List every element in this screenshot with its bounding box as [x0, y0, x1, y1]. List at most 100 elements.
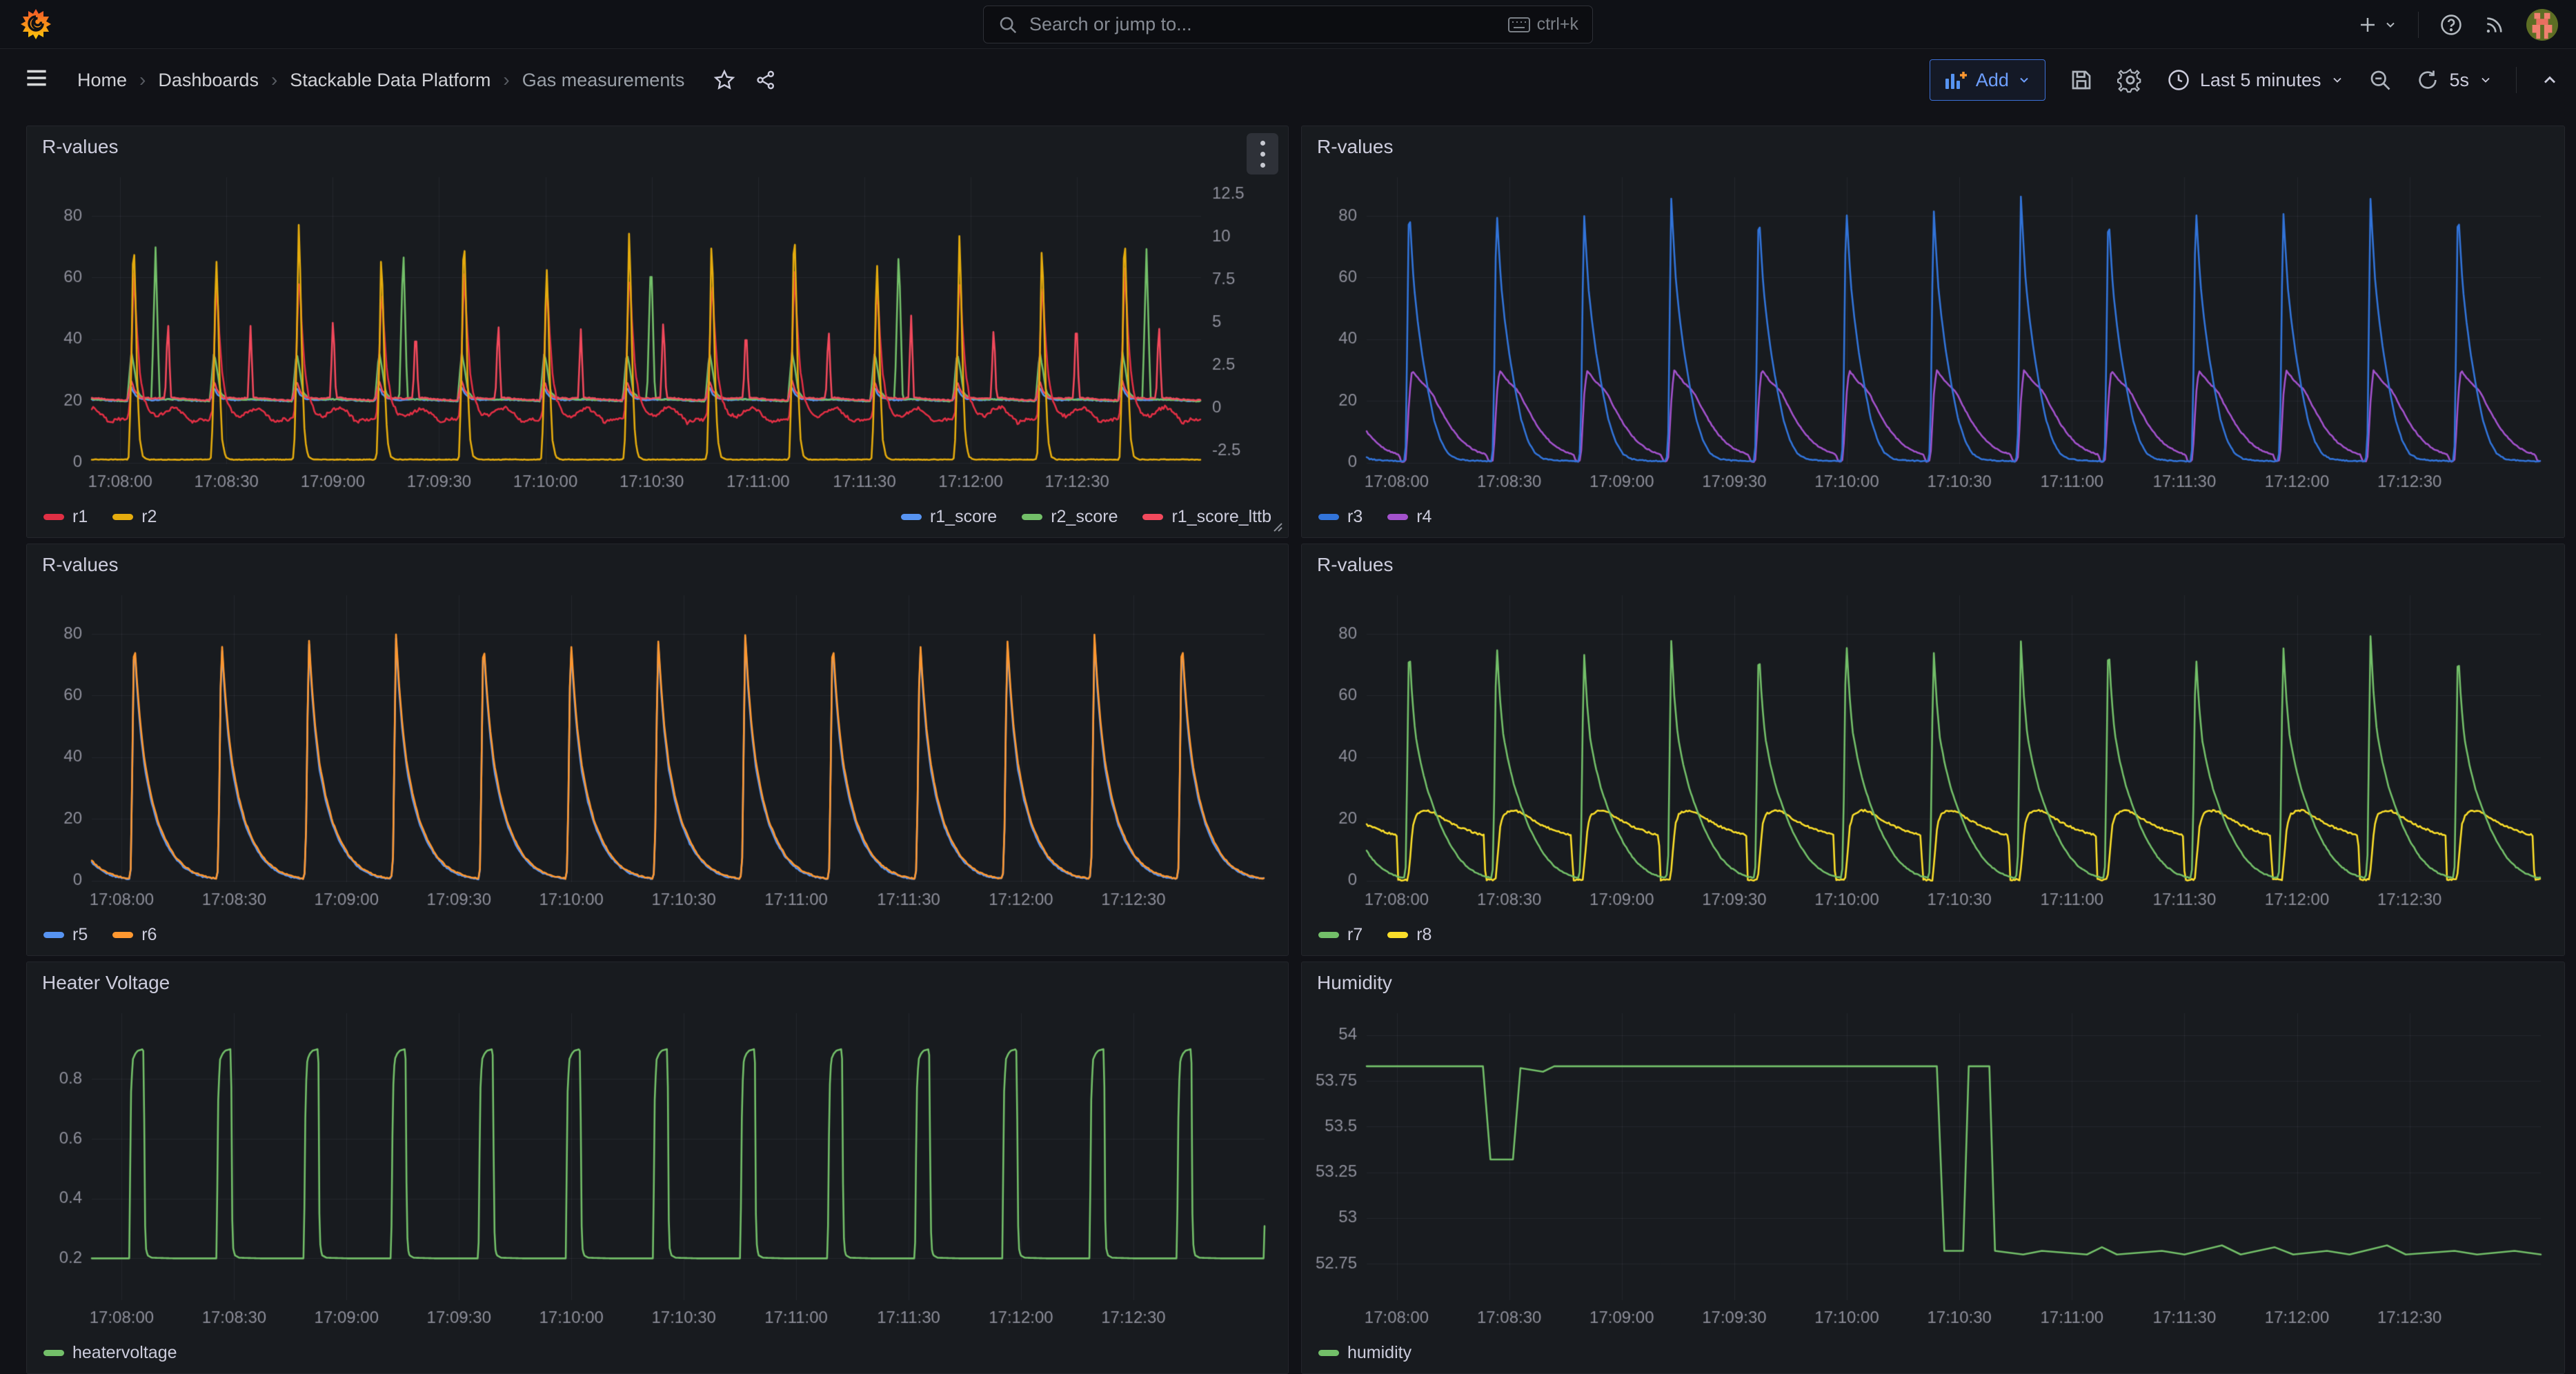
zoom-out-icon[interactable] [2368, 68, 2392, 92]
panel-heater-voltage: Heater Voltage heatervoltage [26, 962, 1289, 1374]
legend-label: heatervoltage [72, 1343, 177, 1363]
panel-title[interactable]: Humidity [1317, 972, 1392, 994]
share-icon[interactable] [755, 69, 777, 91]
breadcrumb-folder[interactable]: Stackable Data Platform [290, 70, 491, 91]
legend-item-r3[interactable]: r3 [1318, 507, 1363, 527]
star-icon[interactable] [713, 69, 735, 91]
legend-item-r2[interactable]: r2 [112, 507, 157, 527]
breadcrumb-home[interactable]: Home [77, 70, 127, 91]
legend-color-pill [1387, 514, 1408, 520]
new-menu-button[interactable] [2357, 14, 2397, 35]
legend-item-humidity[interactable]: humidity [1318, 1343, 1411, 1363]
global-search[interactable]: ctrl+k [983, 6, 1593, 43]
panel-legend: heatervoltage [43, 1337, 1271, 1368]
legend-label: r2 [141, 507, 157, 527]
panel-r-values-2: R-values r3 r4 [1301, 126, 2565, 538]
breadcrumb: Home › Dashboards › Stackable Data Platf… [77, 50, 777, 110]
legend-color-pill [1142, 514, 1163, 520]
legend-item-r1_score[interactable]: r1_score [901, 507, 997, 527]
search-icon [998, 14, 1018, 35]
legend-color-pill [1318, 514, 1339, 520]
help-icon[interactable] [2439, 13, 2463, 37]
breadcrumb-separator: › [271, 69, 277, 91]
resize-handle[interactable] [1271, 521, 1282, 532]
legend-item-r1[interactable]: r1 [43, 507, 88, 527]
panel-humidity: Humidity humidity [1301, 962, 2565, 1374]
divider [2418, 12, 2419, 38]
menu-icon[interactable] [25, 68, 48, 88]
collapse-chevron-up-icon[interactable] [2540, 70, 2559, 90]
panel-legend: r7 r8 [1318, 919, 2548, 950]
settings-gear-icon[interactable] [2117, 67, 2143, 93]
refresh-picker[interactable]: 5s [2416, 68, 2493, 92]
chart-canvas[interactable] [32, 166, 1282, 496]
legend-item-r2_score[interactable]: r2_score [1022, 507, 1118, 527]
chart-canvas[interactable] [32, 584, 1282, 914]
legend-item-r5[interactable]: r5 [43, 925, 88, 945]
panel-r-values-1: R-values r1 r2 r1_score r2_score r1_score_lt… [26, 126, 1289, 538]
add-button[interactable]: Add [1930, 59, 2045, 101]
search-shortcut: ctrl+k [1508, 14, 1578, 34]
panel-title[interactable]: R-values [42, 136, 118, 158]
legend-item-r1_score_lttb[interactable]: r1_score_lttb [1142, 507, 1271, 527]
news-rss-icon[interactable] [2484, 14, 2506, 36]
refresh-icon [2416, 68, 2439, 92]
legend-label: r1_score_lttb [1171, 507, 1271, 527]
avatar[interactable] [2526, 9, 2558, 41]
breadcrumb-current: Gas measurements [522, 70, 685, 91]
time-range-picker[interactable]: Last 5 minutes [2167, 68, 2345, 92]
search-input[interactable] [1029, 14, 1497, 35]
breadcrumb-separator: › [139, 69, 146, 91]
save-icon[interactable] [2069, 68, 2094, 92]
chevron-down-icon [2330, 73, 2344, 87]
panel-title[interactable]: R-values [1317, 136, 1393, 158]
panel-title[interactable]: R-values [1317, 554, 1393, 576]
breadcrumb-dashboards[interactable]: Dashboards [158, 70, 259, 91]
legend-item-r7[interactable]: r7 [1318, 925, 1363, 945]
panel-title[interactable]: R-values [42, 554, 118, 576]
legend-color-pill [901, 514, 922, 520]
chevron-down-icon [2384, 18, 2397, 32]
chevron-down-icon [2479, 73, 2493, 87]
legend-color-pill [1318, 932, 1339, 938]
panel-legend: humidity [1318, 1337, 2548, 1368]
top-nav-bar: ctrl+k [0, 0, 2576, 49]
legend-color-pill [1318, 1350, 1339, 1356]
legend-color-pill [1387, 932, 1408, 938]
legend-label: r4 [1416, 507, 1431, 527]
panel-legend: r1 r2 r1_score r2_score r1_score_lttb [43, 501, 1271, 532]
breadcrumb-separator: › [503, 69, 509, 91]
legend-label: r8 [1416, 925, 1431, 945]
legend-item-r4[interactable]: r4 [1387, 507, 1431, 527]
clock-icon [2167, 68, 2190, 92]
dashboard-toolbar: Home › Dashboards › Stackable Data Platf… [0, 50, 2576, 110]
legend-color-pill [43, 514, 64, 520]
legend-label: r3 [1347, 507, 1363, 527]
panel-title[interactable]: Heater Voltage [42, 972, 170, 994]
divider [2516, 67, 2517, 93]
legend-item-heatervoltage[interactable]: heatervoltage [43, 1343, 177, 1363]
legend-label: r2_score [1051, 507, 1118, 527]
keyboard-icon [1508, 17, 1530, 33]
grafana-logo[interactable] [21, 8, 51, 41]
panel-legend: r3 r4 [1318, 501, 2548, 532]
panel-r-values-4: R-values r7 r8 [1301, 544, 2565, 956]
chart-canvas[interactable] [1307, 584, 2559, 914]
legend-color-pill [43, 932, 64, 938]
legend-color-pill [43, 1350, 64, 1356]
panel-r-values-3: R-values r5 r6 [26, 544, 1289, 956]
chart-canvas[interactable] [1307, 166, 2559, 496]
legend-color-pill [1022, 514, 1042, 520]
legend-label: humidity [1347, 1343, 1411, 1363]
chart-canvas[interactable] [1307, 1002, 2559, 1332]
legend-item-r8[interactable]: r8 [1387, 925, 1431, 945]
legend-label: r7 [1347, 925, 1363, 945]
chart-canvas[interactable] [32, 1002, 1282, 1332]
legend-color-pill [112, 932, 133, 938]
panel-legend: r5 r6 [43, 919, 1271, 950]
bar-chart-plus-icon [1944, 70, 1968, 90]
legend-label: r1_score [930, 507, 997, 527]
legend-color-pill [112, 514, 133, 520]
legend-label: r6 [141, 925, 157, 945]
legend-item-r6[interactable]: r6 [112, 925, 157, 945]
